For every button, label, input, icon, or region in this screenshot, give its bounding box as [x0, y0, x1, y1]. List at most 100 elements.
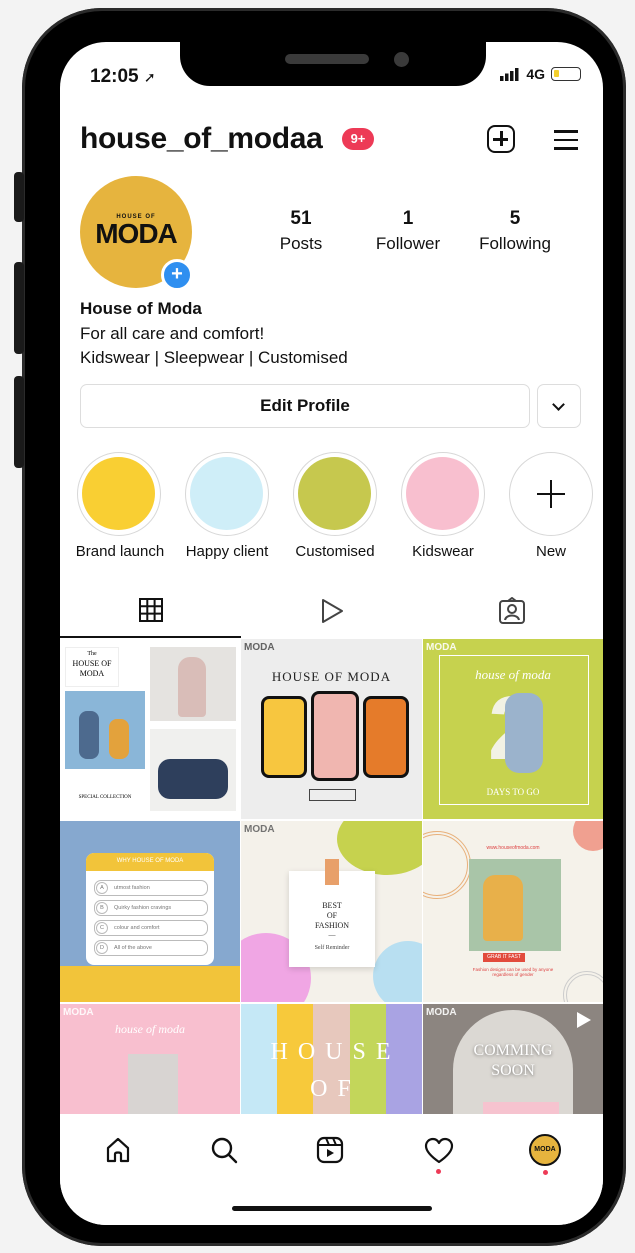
profile-dot	[543, 1170, 548, 1175]
p5-blob	[337, 821, 422, 875]
reels-play-icon[interactable]	[319, 598, 345, 624]
highlight-customised[interactable]	[293, 452, 377, 536]
p4-floor	[60, 966, 240, 1002]
p1-figure	[79, 711, 99, 759]
p7-script: house of moda	[115, 1022, 185, 1036]
p1-photo	[150, 647, 236, 721]
post-thumbnail[interactable]: The HOUSE OF MODA SPECIAL COLLECTION	[60, 639, 240, 819]
post-thumbnail[interactable]: MODA house of moda 2 DAYS TO GO	[423, 639, 603, 819]
p5-line3: FASHION	[314, 921, 350, 930]
new-highlight-icon[interactable]	[509, 452, 593, 536]
battery-icon	[551, 67, 581, 81]
create-post-icon[interactable]	[487, 125, 515, 153]
screen: 12:05 ➚ 4G house_of_modaa 9+ HOUSE OF MO…	[60, 42, 603, 1225]
post-thumbnail[interactable]: H O U S E O F	[241, 1004, 422, 1114]
edit-profile-button[interactable]: Edit Profile	[80, 384, 530, 428]
p6-button: GRAB IT FAST	[483, 953, 525, 962]
highlight-cover	[82, 457, 155, 530]
posts-count[interactable]: 51 Posts	[266, 208, 336, 254]
moda-tag: MODA	[244, 642, 275, 653]
p1-photo	[150, 729, 236, 811]
quiz-option: B Quirky fashion cravings	[94, 900, 208, 916]
reels-icon[interactable]	[315, 1135, 345, 1165]
moda-tag: MODA	[63, 1007, 94, 1018]
p5-sub: Self Reminder	[314, 945, 350, 951]
stat-value: 1	[402, 208, 414, 229]
stat-label: Following	[479, 234, 551, 253]
following-count[interactable]: 5 Following	[465, 208, 565, 254]
highlight-label: Happy client	[185, 543, 269, 560]
followers-count[interactable]: 1 Follower	[363, 208, 453, 254]
menu-icon[interactable]	[554, 130, 578, 150]
post-thumbnail[interactable]: www.houseofmoda.com GRAB IT FAST Fashion…	[423, 821, 603, 1002]
add-story-button[interactable]: +	[161, 259, 193, 291]
p3-days: DAYS TO GO	[486, 787, 540, 797]
p9-bar	[483, 1102, 559, 1114]
post-grid: The HOUSE OF MODA SPECIAL COLLECTION MOD…	[60, 639, 603, 1114]
quiz-option-text: utmost fashion	[114, 885, 150, 891]
tagged-icon[interactable]	[498, 597, 526, 625]
quiz-option-text: colour and comfort	[114, 925, 160, 931]
highlight-cover	[190, 457, 263, 530]
profile-tab-logo: MODA	[534, 1146, 556, 1153]
grid-icon[interactable]	[139, 598, 163, 622]
phone-mockup	[311, 691, 359, 781]
p6-small: Fashion designs can be used by anyone re…	[472, 967, 554, 977]
highlight-kidswear[interactable]	[401, 452, 485, 536]
p4-title: WHY HOUSE OF MODA	[116, 858, 184, 864]
p5-dash: —	[328, 931, 336, 939]
post-thumbnail[interactable]: MODA house of moda	[60, 1004, 240, 1114]
profile-tab-avatar[interactable]: MODA	[529, 1134, 561, 1166]
stat-value: 5	[509, 208, 521, 229]
post-thumbnail[interactable]: WHY HOUSE OF MODA Autmost fashion B Quirk…	[60, 821, 240, 1002]
p1-photo	[65, 691, 145, 769]
notification-badge[interactable]: 9+	[342, 128, 374, 150]
p4-card: WHY HOUSE OF MODA Autmost fashion B Quirk…	[86, 853, 214, 965]
video-play-icon	[577, 1012, 591, 1028]
highlight-label: Kidswear	[412, 543, 474, 560]
p5-note: BEST OF FASHION — Self Reminder	[289, 859, 375, 967]
volume-up-button	[14, 262, 24, 354]
avatar-logo-big: MODA	[95, 218, 178, 249]
quiz-option-text: Quirky fashion cravings	[114, 905, 172, 911]
heart-icon[interactable]	[424, 1137, 454, 1165]
p1-line2: HOUSE OF	[72, 659, 112, 668]
phone-mockup	[261, 696, 307, 778]
quiz-option-letter: A	[96, 882, 108, 894]
p6-photo	[469, 859, 561, 951]
stat-label: Follower	[375, 234, 441, 253]
signal-icon	[500, 67, 519, 81]
post-thumbnail[interactable]: MODA HOUSE OF MODA	[241, 639, 422, 819]
p6-arc	[423, 831, 471, 899]
bio-line: Kidswear | Sleepwear | Customised	[80, 348, 348, 367]
p9-line1: COMMING	[473, 1042, 553, 1059]
moda-tag: MODA	[426, 642, 457, 653]
highlight-cover	[406, 457, 479, 530]
p2-button	[309, 789, 356, 801]
search-icon[interactable]	[210, 1136, 238, 1164]
p1-subtitle: SPECIAL COLLECTION	[78, 795, 132, 800]
p6-url: www.houseofmoda.com	[486, 845, 540, 851]
highlight-happy-client[interactable]	[185, 452, 269, 536]
bio-name: House of Moda	[80, 299, 202, 318]
highlight-label: New	[535, 543, 566, 560]
bio-line: For all care and comfort!	[80, 324, 265, 343]
chevron-down-icon[interactable]	[537, 384, 581, 428]
mute-switch	[14, 172, 24, 222]
home-icon[interactable]	[104, 1136, 132, 1164]
quiz-option-text: All of the above	[114, 945, 152, 951]
home-indicator[interactable]	[232, 1206, 432, 1211]
p1-line1: The	[87, 651, 97, 657]
p8-line1: H O U S E	[270, 1039, 393, 1065]
profile-username[interactable]: house_of_modaa	[80, 122, 323, 156]
highlight-label: Brand launch	[75, 543, 165, 560]
highlight-brand-launch[interactable]	[77, 452, 161, 536]
activity-dot	[436, 1169, 441, 1174]
camera	[394, 52, 409, 67]
p6-figure	[483, 875, 523, 941]
post-thumbnail[interactable]: MODA COMMING SOON	[423, 1004, 603, 1114]
post-thumbnail[interactable]: MODA BEST OF FASHION — Self Reminder	[241, 821, 422, 1002]
p1-title-box: The HOUSE OF MODA	[65, 647, 119, 687]
quiz-option-letter: B	[96, 902, 108, 914]
p8-line2: O F	[310, 1076, 353, 1102]
